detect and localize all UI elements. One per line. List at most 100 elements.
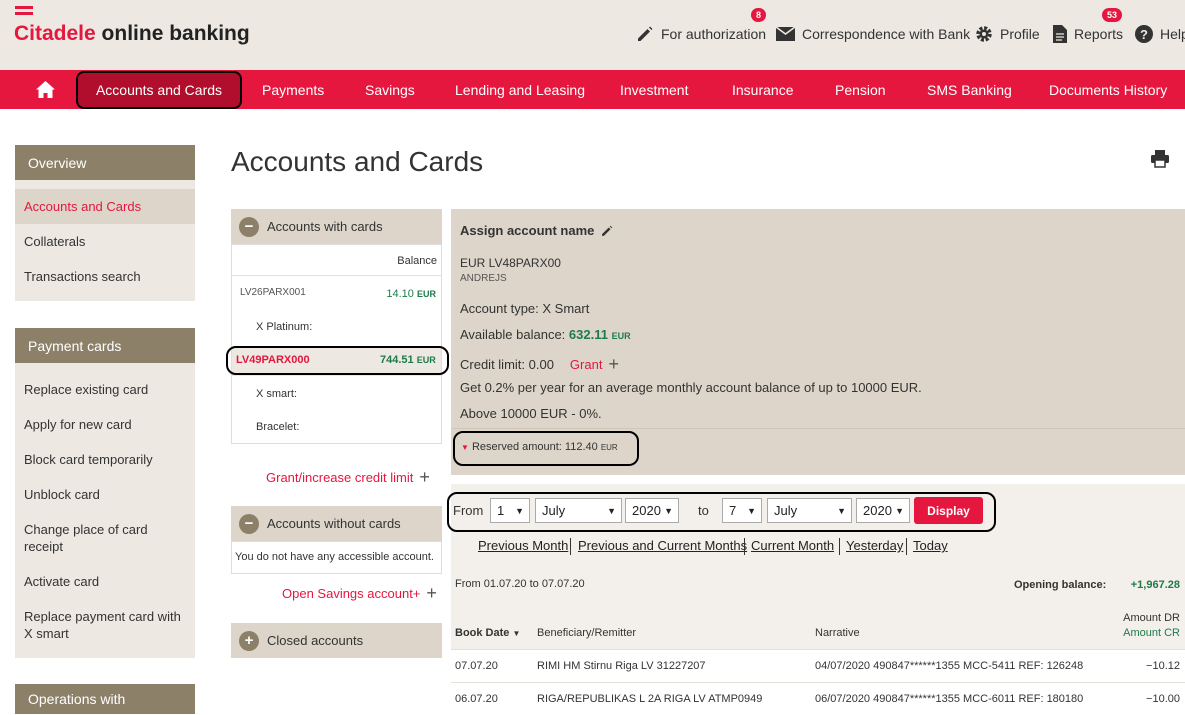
nav-payments[interactable]: Payments — [262, 70, 324, 109]
gear-icon — [976, 26, 992, 42]
table-row[interactable]: 06.07.20 RIGA/REPUBLIKAS L 2A RIGA LV AT… — [451, 682, 1185, 715]
sidebar-item-replace-with-x-smart[interactable]: Replace payment card with X smart — [24, 608, 189, 642]
amount-cr-header: Amount CR — [1123, 627, 1180, 639]
nav-investment[interactable]: Investment — [620, 70, 688, 109]
chevron-down-icon: ▼ — [664, 506, 673, 516]
nav-savings[interactable]: Savings — [365, 70, 415, 109]
authorization-count-badge: 8 — [751, 8, 767, 22]
reports-link[interactable]: Reports 53 — [1052, 8, 1123, 44]
to-day-select[interactable]: 7 ▼ — [722, 498, 762, 523]
logo[interactable]: Citadele online banking — [14, 22, 250, 46]
quick-link-today[interactable]: Today — [913, 538, 948, 553]
collapse-minus-icon: − — [239, 513, 259, 534]
sidebar-item-activate-card[interactable]: Activate card — [24, 573, 189, 590]
reserved-amount-toggle[interactable]: ▼ Reserved amount: 112.40 EUR — [461, 441, 618, 453]
nav-insurance[interactable]: Insurance — [732, 70, 793, 109]
envelope-icon — [775, 26, 796, 41]
from-label: From — [453, 503, 484, 518]
quick-link-current-month[interactable]: Current Month — [751, 538, 834, 553]
nav-accounts-and-cards[interactable]: Accounts and Cards — [76, 71, 242, 109]
account-line: EUR LV48PARX00 — [460, 256, 561, 270]
row-beneficiary: RIMI HM Stirnu Riga LV 31227207 — [537, 660, 706, 672]
chevron-down-icon: ▼ — [607, 506, 616, 516]
opening-balance-value: +1,967.28 — [1130, 579, 1180, 591]
grant-credit-limit-link[interactable]: Grant/increase credit limit + — [266, 467, 430, 488]
sidebar-operations-header: Operations with — [15, 684, 195, 714]
empty-message: You do not have any accessible account. — [235, 551, 434, 563]
caret-down-icon: ▼ — [461, 443, 469, 452]
row-narrative: 04/07/2020 490847******1355 MCC-5411 REF… — [815, 660, 1084, 672]
open-savings-link[interactable]: Open Savings account+ + — [282, 583, 437, 604]
account-type: Account type: X Smart — [460, 301, 590, 316]
nav-pension[interactable]: Pension — [835, 70, 886, 109]
quick-link-previous-and-current-months[interactable]: Previous and Current Months — [578, 538, 747, 553]
collapse-minus-icon: − — [239, 216, 259, 237]
closed-accounts-header[interactable]: + Closed accounts — [231, 623, 442, 658]
quick-link-previous-month[interactable]: Previous Month — [478, 538, 568, 553]
home-button[interactable] — [36, 70, 55, 109]
from-day-select[interactable]: 1 ▼ — [490, 498, 530, 523]
balance-column-header: Balance — [397, 255, 437, 267]
account-number[interactable]: LV49PARX000 — [236, 354, 310, 366]
accounts-with-cards-header[interactable]: − Accounts with cards — [231, 209, 442, 244]
card-label[interactable]: X smart: — [256, 388, 297, 400]
nav-sms-banking[interactable]: SMS Banking — [927, 70, 1012, 109]
to-month-select[interactable]: July ▼ — [767, 498, 852, 523]
beneficiary-header: Beneficiary/Remitter — [537, 627, 637, 639]
pencil-icon — [638, 26, 653, 41]
quick-link-yesterday[interactable]: Yesterday — [846, 538, 903, 553]
plus-icon[interactable]: + — [608, 354, 619, 375]
sidebar-item-transactions-search[interactable]: Transactions search — [24, 268, 189, 285]
accounts-without-cards-list: You do not have any accessible account. — [231, 541, 442, 574]
account-number[interactable]: LV26PARX001 — [240, 287, 306, 298]
to-year-select[interactable]: 2020 ▼ — [856, 498, 910, 523]
amount-dr-header: Amount DR — [1123, 612, 1180, 624]
print-icon[interactable] — [1150, 150, 1170, 168]
credit-limit: Credit limit: 0.00 Grant + — [460, 354, 619, 375]
row-amount: −10.00 — [1146, 693, 1180, 705]
sidebar-overview-header: Overview — [15, 145, 195, 180]
sidebar-item-apply-for-new-card[interactable]: Apply for new card — [24, 416, 189, 433]
top-header: Citadele online banking For authorizatio… — [0, 0, 1185, 70]
for-authorization-link[interactable]: For authorization 8 — [635, 8, 766, 44]
row-narrative: 06/07/2020 490847******1355 MCC-6011 REF… — [815, 693, 1084, 705]
pencil-icon — [602, 225, 613, 236]
home-icon — [36, 81, 55, 98]
card-label[interactable]: Bracelet: — [256, 421, 299, 433]
sidebar-item-block-card-temporarily[interactable]: Block card temporarily — [24, 451, 189, 468]
chevron-down-icon: ▼ — [747, 506, 756, 516]
account-balance: 14.10 EUR — [386, 288, 436, 300]
opening-balance-label: Opening balance: — [1014, 579, 1107, 591]
narrative-header: Narrative — [815, 627, 860, 639]
from-month-select[interactable]: July ▼ — [535, 498, 622, 523]
display-button[interactable]: Display — [914, 497, 983, 524]
chevron-down-icon: ▼ — [515, 506, 524, 516]
nav-documents-history[interactable]: Documents History — [1049, 70, 1167, 109]
correspondence-link[interactable]: Correspondence with Bank — [775, 24, 970, 44]
sort-down-icon: ▼ — [512, 629, 521, 638]
interest-info-above: Above 10000 EUR - 0%. — [460, 406, 602, 421]
main-nav: Accounts and Cards Payments Savings Lend… — [0, 70, 1185, 109]
account-holder: ANDREJS — [460, 273, 507, 284]
sidebar-item-unblock-card[interactable]: Unblock card — [24, 486, 189, 503]
sidebar-item-collaterals[interactable]: Collaterals — [24, 233, 189, 250]
account-balance: 744.51 EUR — [380, 354, 436, 366]
row-date: 07.07.20 — [455, 660, 498, 672]
from-year-select[interactable]: 2020 ▼ — [625, 498, 679, 523]
help-icon: ? — [1135, 25, 1153, 43]
profile-link[interactable]: Profile — [974, 24, 1040, 44]
grant-link[interactable]: Grant — [570, 357, 603, 372]
accounts-without-cards-header[interactable]: − Accounts without cards — [231, 506, 442, 541]
sidebar-item-change-place-of-card-receipt[interactable]: Change place of card receipt — [24, 521, 164, 555]
document-icon — [1053, 25, 1067, 43]
available-balance: Available balance: 632.11 EUR — [460, 327, 631, 342]
sidebar-item-replace-existing-card[interactable]: Replace existing card — [24, 381, 189, 398]
sidebar-item-accounts-and-cards[interactable]: Accounts and Cards — [24, 198, 189, 215]
book-date-header[interactable]: Book Date ▼ — [455, 627, 520, 639]
reports-count-badge: 53 — [1102, 8, 1123, 22]
table-row[interactable]: 07.07.20 RIMI HM Stirnu Riga LV 31227207… — [451, 649, 1185, 682]
help-link[interactable]: ? Help — [1134, 24, 1185, 44]
assign-account-name[interactable]: Assign account name — [460, 223, 614, 238]
card-label[interactable]: X Platinum: — [256, 321, 312, 333]
nav-lending-and-leasing[interactable]: Lending and Leasing — [455, 70, 585, 109]
